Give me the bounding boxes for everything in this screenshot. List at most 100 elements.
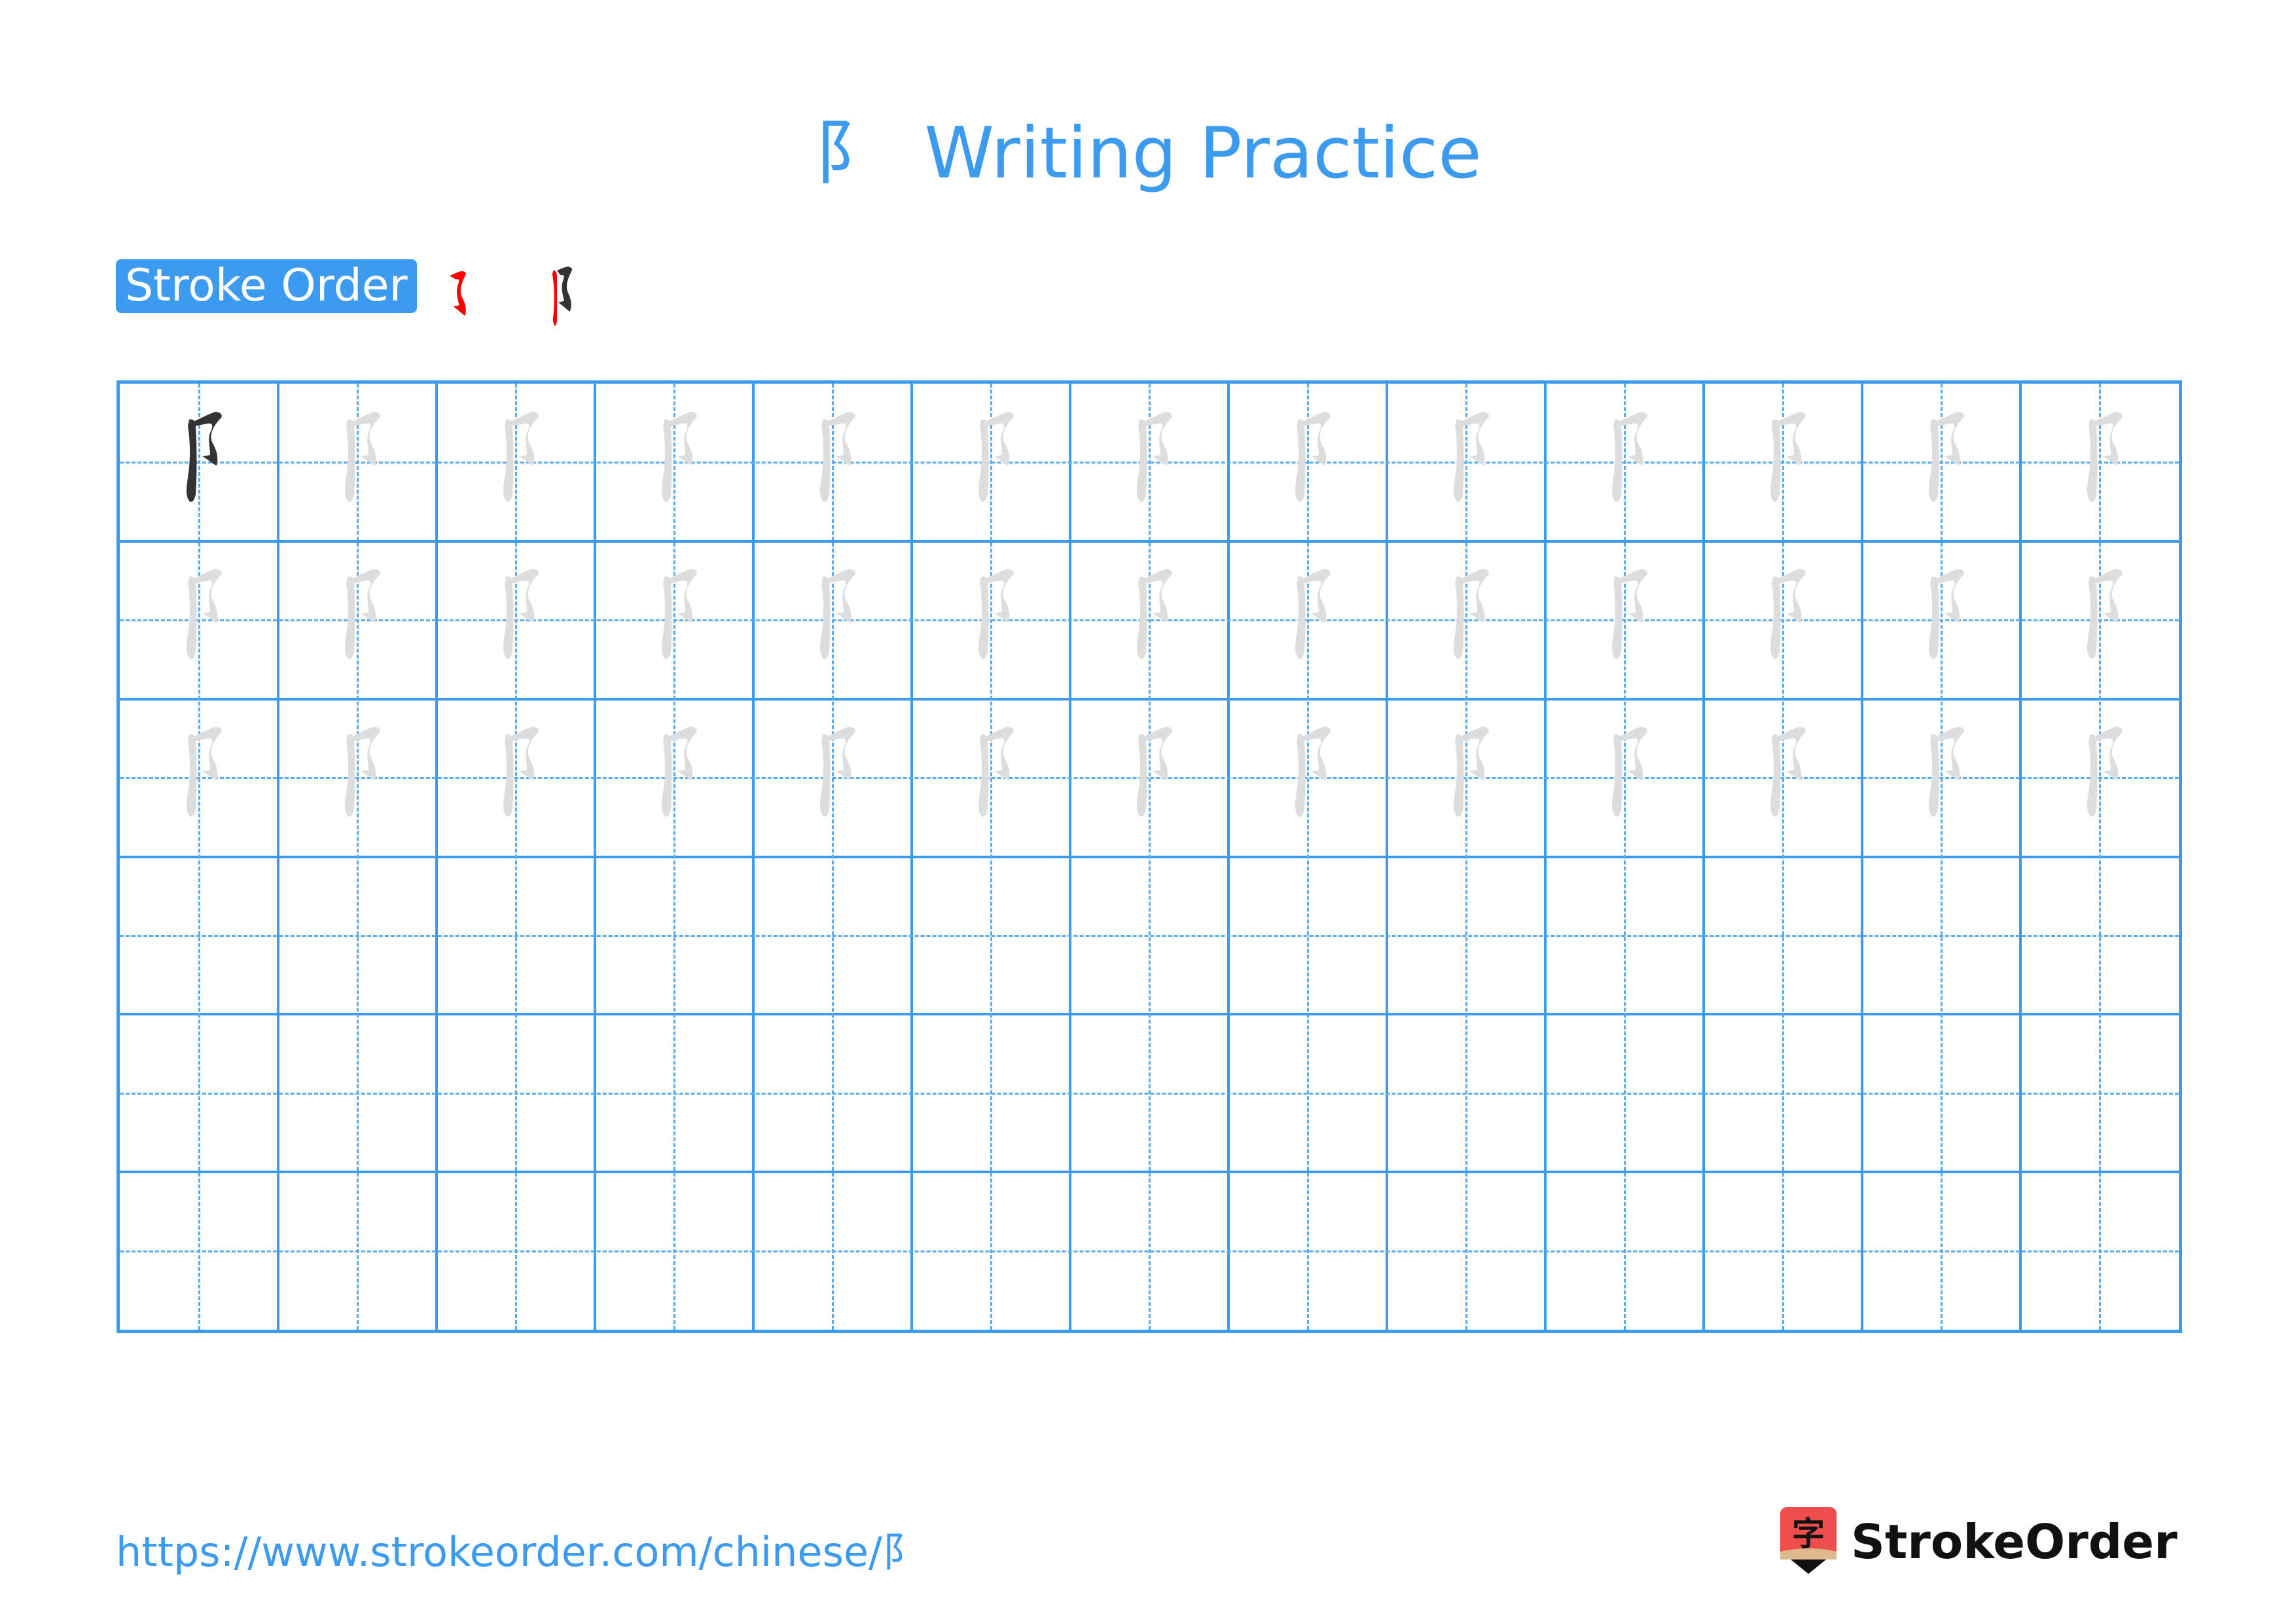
trace-cell[interactable] bbox=[278, 541, 437, 699]
empty-practice-cell[interactable] bbox=[120, 857, 278, 1015]
trace-cell[interactable] bbox=[595, 699, 753, 857]
empty-practice-cell[interactable] bbox=[2020, 1172, 2179, 1330]
empty-practice-cell[interactable] bbox=[437, 857, 595, 1015]
trace-cell[interactable] bbox=[1070, 384, 1229, 541]
trace-cell[interactable] bbox=[437, 384, 595, 541]
trace-character bbox=[503, 411, 539, 502]
empty-practice-cell[interactable] bbox=[1704, 857, 1862, 1015]
empty-practice-cell[interactable] bbox=[1545, 1014, 1704, 1172]
trace-cell[interactable] bbox=[912, 541, 1070, 699]
empty-practice-cell[interactable] bbox=[278, 1014, 437, 1172]
empty-practice-cell[interactable] bbox=[278, 857, 437, 1015]
empty-practice-cell[interactable] bbox=[1229, 857, 1387, 1015]
trace-character bbox=[1136, 727, 1172, 817]
trace-character bbox=[2087, 569, 2123, 659]
trace-cell[interactable] bbox=[1229, 541, 1387, 699]
trace-cell[interactable] bbox=[595, 384, 753, 541]
stroke-1-done bbox=[557, 266, 573, 312]
trace-cell[interactable] bbox=[1704, 384, 1862, 541]
trace-character bbox=[344, 727, 380, 817]
empty-practice-cell[interactable] bbox=[1387, 1172, 1545, 1330]
trace-character bbox=[344, 411, 380, 502]
empty-practice-cell[interactable] bbox=[1229, 1014, 1387, 1172]
trace-character bbox=[1453, 727, 1489, 817]
trace-cell[interactable] bbox=[1070, 541, 1229, 699]
brand-logo: 字 StrokeOrder bbox=[1779, 1506, 2178, 1578]
trace-cell[interactable] bbox=[1704, 699, 1862, 857]
trace-cell[interactable] bbox=[912, 699, 1070, 857]
trace-cell[interactable] bbox=[278, 384, 437, 541]
stroke-order-badge: Stroke Order bbox=[116, 259, 417, 313]
empty-practice-cell[interactable] bbox=[912, 857, 1070, 1015]
trace-cell[interactable] bbox=[1229, 384, 1387, 541]
trace-cell[interactable] bbox=[1862, 541, 2020, 699]
trace-character bbox=[978, 727, 1014, 817]
trace-cell[interactable] bbox=[1862, 699, 2020, 857]
empty-practice-cell[interactable] bbox=[1862, 1172, 2020, 1330]
empty-practice-cell[interactable] bbox=[2020, 857, 2179, 1015]
title-text: Writing Practice bbox=[924, 113, 1482, 194]
empty-practice-cell[interactable] bbox=[120, 1014, 278, 1172]
trace-character bbox=[1611, 569, 1647, 659]
trace-cell[interactable] bbox=[1229, 699, 1387, 857]
empty-practice-cell[interactable] bbox=[1704, 1014, 1862, 1172]
empty-practice-cell[interactable] bbox=[753, 857, 912, 1015]
trace-cell[interactable] bbox=[1070, 699, 1229, 857]
empty-practice-cell[interactable] bbox=[1862, 1014, 2020, 1172]
trace-cell[interactable] bbox=[437, 541, 595, 699]
empty-practice-cell[interactable] bbox=[912, 1172, 1070, 1330]
empty-practice-cell[interactable] bbox=[912, 1014, 1070, 1172]
trace-cell[interactable] bbox=[753, 541, 912, 699]
footer-url[interactable]: https://www.strokeorder.com/chinese/阝 bbox=[116, 1519, 923, 1578]
trace-character bbox=[186, 569, 222, 659]
trace-cell[interactable] bbox=[1545, 384, 1704, 541]
trace-character bbox=[819, 727, 855, 817]
empty-practice-cell[interactable] bbox=[753, 1172, 912, 1330]
trace-character bbox=[1295, 727, 1331, 817]
trace-cell[interactable] bbox=[912, 384, 1070, 541]
trace-cell[interactable] bbox=[2020, 699, 2179, 857]
empty-practice-cell[interactable] bbox=[1387, 1014, 1545, 1172]
empty-practice-cell[interactable] bbox=[437, 1172, 595, 1330]
model-character bbox=[186, 411, 222, 502]
trace-cell[interactable] bbox=[753, 699, 912, 857]
trace-character bbox=[978, 411, 1014, 502]
empty-practice-cell[interactable] bbox=[1387, 857, 1545, 1015]
trace-cell[interactable] bbox=[1387, 541, 1545, 699]
trace-cell[interactable] bbox=[1704, 541, 1862, 699]
empty-practice-cell[interactable] bbox=[1704, 1172, 1862, 1330]
trace-cell[interactable] bbox=[595, 541, 753, 699]
trace-cell[interactable] bbox=[1387, 699, 1545, 857]
trace-cell[interactable] bbox=[437, 699, 595, 857]
trace-cell[interactable] bbox=[1387, 384, 1545, 541]
trace-cell[interactable] bbox=[120, 699, 278, 857]
empty-practice-cell[interactable] bbox=[1070, 1172, 1229, 1330]
trace-cell[interactable] bbox=[1545, 699, 1704, 857]
trace-cell[interactable] bbox=[753, 384, 912, 541]
trace-character bbox=[344, 569, 380, 659]
empty-practice-cell[interactable] bbox=[595, 1014, 753, 1172]
empty-practice-cell[interactable] bbox=[2020, 1014, 2179, 1172]
empty-practice-cell[interactable] bbox=[437, 1014, 595, 1172]
trace-cell[interactable] bbox=[1862, 384, 2020, 541]
empty-practice-cell[interactable] bbox=[1545, 857, 1704, 1015]
trace-cell[interactable] bbox=[1545, 541, 1704, 699]
empty-practice-cell[interactable] bbox=[1070, 1014, 1229, 1172]
empty-practice-cell[interactable] bbox=[278, 1172, 437, 1330]
empty-practice-cell[interactable] bbox=[595, 1172, 753, 1330]
trace-cell[interactable] bbox=[2020, 541, 2179, 699]
trace-cell[interactable] bbox=[120, 541, 278, 699]
empty-practice-cell[interactable] bbox=[1862, 857, 2020, 1015]
trace-character bbox=[2087, 727, 2123, 817]
empty-practice-cell[interactable] bbox=[753, 1014, 912, 1172]
empty-practice-cell[interactable] bbox=[1229, 1172, 1387, 1330]
page-title: 阝 Writing Practice bbox=[0, 105, 2296, 203]
empty-practice-cell[interactable] bbox=[595, 857, 753, 1015]
trace-cell[interactable] bbox=[278, 699, 437, 857]
trace-character bbox=[819, 411, 855, 502]
stroke-step-2 bbox=[552, 266, 573, 326]
empty-practice-cell[interactable] bbox=[1545, 1172, 1704, 1330]
empty-practice-cell[interactable] bbox=[1070, 857, 1229, 1015]
trace-cell[interactable] bbox=[2020, 384, 2179, 541]
empty-practice-cell[interactable] bbox=[120, 1172, 278, 1330]
